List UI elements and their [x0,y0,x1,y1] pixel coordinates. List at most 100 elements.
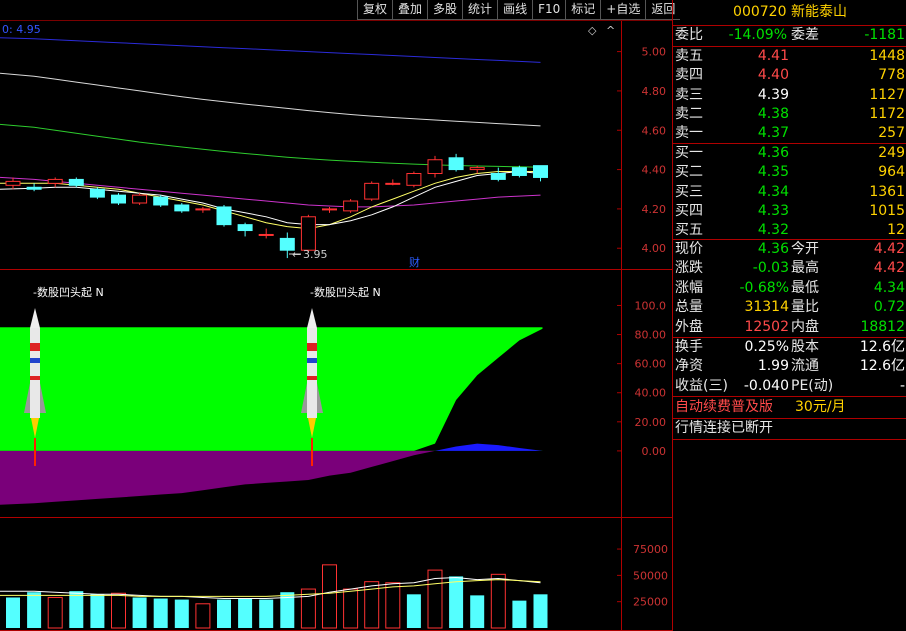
stat-value: 1.99 [757,358,789,375]
stat-row: 换手 0.25% 股本 12.6亿 [673,338,906,357]
sell-row: 卖二 4.38 1172 [673,105,906,124]
order-volume: 1361 [869,183,905,200]
sell-row: 卖五 4.41 1448 [673,47,906,66]
order-label: 卖二 [675,105,703,122]
price-tick: 4.40 [642,164,667,177]
buy-row: 买三 4.34 1361 [673,183,906,202]
stock-chart-area[interactable]: 0: 4.95 ◇ ^ 5.00 4.80 4.60 4.40 4.20 4.00 ← 3… [0,0,672,631]
volume-bar [343,588,359,629]
candle-body [216,206,232,226]
order-price: 4.37 [757,125,789,142]
volume-bar [90,594,105,628]
order-price: 4.34 [757,183,789,200]
order-price: 4.33 [757,202,789,219]
candle-body [385,182,401,185]
candlesticks [5,153,548,259]
volume-tick: 75000 [633,543,668,556]
quote-panel: 000720 新能泰山 委比 -14.09% 委差 -1181 卖五 4.41 14… [672,0,906,631]
order-price: 4.40 [757,67,789,84]
candle-body [511,167,527,176]
candle-body [174,204,190,212]
stat-row: 外盘 12502 内盘 18812 [673,318,906,337]
candle-body [322,208,337,211]
stat-label: 换手 [675,339,703,355]
stat-row: 总量 31314 量比 0.72 [673,298,906,317]
stat-label: 最低 [791,279,819,296]
volume-bar [470,595,485,628]
signal-label-2: -数股凹头起 N [310,286,381,299]
candle-body [258,233,274,236]
buy-row: 买一 4.36 249 [673,144,906,163]
volume-bar [132,597,147,628]
stat-label: 量比 [791,299,819,316]
stat-value: 4.42 [873,260,905,277]
stat-row: 净资 1.99 流通 12.6亿 [673,357,906,376]
order-label: 卖四 [675,67,703,84]
order-volume: 1015 [869,202,905,219]
weibi-value: -14.09% [728,27,787,43]
stat-label: 内盘 [791,318,819,335]
candle-body [406,173,422,186]
stat-label: 股本 [791,339,819,355]
weibi-label: 委比 [675,27,703,43]
promo-row[interactable]: 自动续费普及版 30元/月 [673,398,906,417]
candle-body [89,188,105,198]
sell-row: 卖三 4.39 1127 [673,86,906,105]
weibi-row: 委比 -14.09% 委差 -1181 [673,26,906,45]
main-corner-value: 0: 4.95 [2,23,41,36]
price-axis: 5.00 4.80 4.60 4.40 4.20 4.00 [617,46,667,255]
indicator-areas [0,327,543,505]
stat-value: 18812 [860,318,905,335]
chevron-up-icon[interactable]: ^ [606,24,615,37]
stat-label: 涨幅 [675,279,703,296]
order-volume: 12 [887,222,905,239]
order-label: 买五 [675,222,703,239]
candle-body [68,178,84,186]
diamond-icon[interactable]: ◇ [588,24,597,37]
indicator-tick: 20.00 [635,416,667,429]
order-volume: 1172 [869,105,905,122]
buy-row: 买二 4.35 964 [673,163,906,182]
volume-bar [322,564,337,629]
candle-body [132,194,148,204]
sell-row: 卖一 4.37 257 [673,124,906,143]
stat-label: 外盘 [675,318,703,335]
stat-value: 31314 [744,299,789,316]
chart-frame [0,21,672,631]
connection-status: 行情连接已断开 [675,420,773,436]
stat-label: 收益(三) [675,377,728,394]
low-marker-value: 3.95 [303,248,328,261]
indicator-tick: 0.00 [642,445,667,458]
candle-body [533,165,548,178]
status-row: 行情连接已断开 [673,419,906,438]
candle-body [195,208,211,211]
volume-bar [259,599,274,628]
volume-bar [6,597,20,628]
order-volume: 778 [878,67,905,84]
volume-bar [195,603,211,629]
low-price-marker: ← 3.95 [289,248,328,261]
stat-value: -0.68% [739,279,789,296]
ma-line-1 [0,37,541,63]
order-price: 4.38 [757,105,789,122]
buy-row: 买五 4.32 12 [673,221,906,240]
candle-body [469,167,485,171]
stat-value: -0.040 [743,377,789,394]
price-tick: 5.00 [642,46,667,59]
volume-bar [490,573,506,629]
order-label: 卖五 [675,48,703,64]
promo-text: 自动续费普及版 [675,399,773,415]
order-label: 买四 [675,202,703,219]
stat-value: 4.34 [873,279,905,296]
candle-body [343,200,359,212]
stat-row: 涨幅 -0.68% 最低 4.34 [673,279,906,298]
order-label: 卖一 [675,125,703,142]
price-tick: 4.20 [642,203,667,216]
volume-bar [385,582,401,629]
order-price: 4.35 [757,164,789,181]
order-label: 买三 [675,183,703,200]
finance-marker[interactable]: 财 [409,255,420,269]
order-label: 买一 [675,145,703,161]
order-price: 4.41 [757,48,789,64]
stock-title: 000720 新能泰山 [733,4,847,20]
